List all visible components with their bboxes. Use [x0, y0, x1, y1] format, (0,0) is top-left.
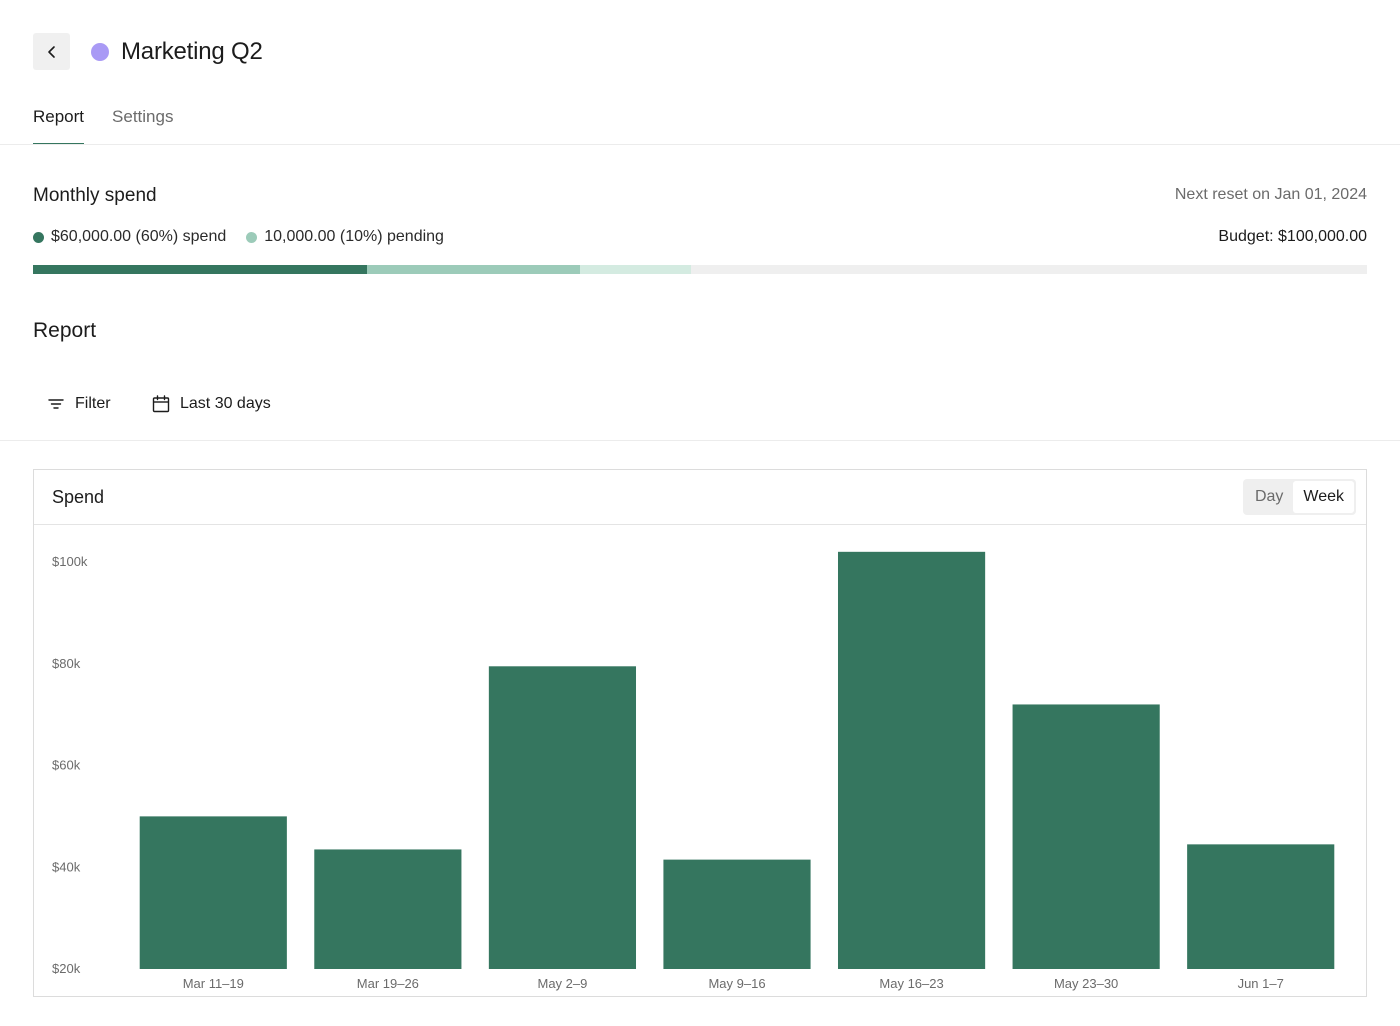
chart-bar[interactable]: [488, 666, 637, 969]
progress-spend-segment: [33, 265, 367, 274]
filter-icon: [48, 399, 64, 409]
tabs-divider: [0, 144, 1400, 145]
spend-chart-card: Spend Day Week $100k $80k $60k $40k $20k Mar …: [33, 469, 1367, 997]
toggle-week[interactable]: Week: [1293, 481, 1354, 513]
y-tick-label: $100k: [52, 554, 88, 569]
chart-bar[interactable]: [139, 816, 287, 969]
tab-bar: Report Settings: [33, 104, 201, 145]
legend-spend: $60,000.00 (60%) spend: [33, 228, 226, 246]
legend-pending-label: 10,000.00 (10%) pending: [264, 228, 444, 245]
y-tick-label: $60k: [52, 758, 81, 773]
page-title: Marketing Q2: [121, 38, 263, 65]
pending-dot-icon: [246, 231, 258, 243]
spend-legend: $60,000.00 (60%) spend 10,000.00 (10%) p…: [33, 228, 464, 246]
legend-pending: 10,000.00 (10%) pending: [246, 228, 444, 246]
spend-card-title: Spend: [52, 487, 105, 507]
filter-label: Filter: [75, 395, 111, 412]
chart-bar[interactable]: [314, 849, 462, 969]
spend-bar-chart: $100k $80k $60k $40k $20k Mar 11–19 Mar 19–26 M…: [52, 551, 1335, 991]
calendar-icon: [152, 395, 170, 413]
y-tick-label: $20k: [52, 961, 81, 976]
x-tick-label: May 16–23: [879, 976, 943, 991]
chart-bar[interactable]: [1187, 844, 1335, 969]
spend-card-header: Spend Day Week: [34, 470, 1366, 525]
x-tick-label: Mar 19–26: [357, 976, 419, 991]
chart-bar[interactable]: [663, 859, 811, 969]
legend-spend-label: $60,000.00 (60%) spend: [51, 228, 227, 245]
filter-button[interactable]: Filter: [47, 392, 111, 416]
toolbar-divider: [0, 440, 1400, 441]
report-title: Report: [33, 319, 97, 342]
x-tick-label: May 2–9: [537, 976, 587, 991]
x-tick-label: May 9–16: [708, 976, 765, 991]
progress-pending-segment: [366, 265, 580, 274]
x-tick-label: Jun 1–7: [1238, 976, 1284, 991]
y-tick-label: $80k: [52, 656, 81, 671]
chart-bar[interactable]: [837, 551, 986, 969]
date-range-button[interactable]: Last 30 days: [152, 392, 271, 416]
budget-progress-bar: [33, 265, 1367, 274]
chevron-left-icon: [47, 45, 55, 58]
project-color-dot: [91, 43, 109, 61]
monthly-spend-title: Monthly spend: [33, 185, 157, 206]
budget-text: Budget: $100,000.00: [1218, 228, 1367, 245]
tab-report[interactable]: Report: [33, 104, 85, 145]
x-tick-label: Mar 11–19: [183, 976, 244, 991]
toggle-day[interactable]: Day: [1245, 481, 1293, 513]
progress-pending-light-segment: [579, 265, 691, 274]
date-range-label: Last 30 days: [180, 395, 271, 412]
x-tick-label: May 23–30: [1054, 976, 1118, 991]
spend-dot-icon: [33, 231, 44, 243]
granularity-toggle: Day Week: [1242, 479, 1356, 515]
tab-settings[interactable]: Settings: [112, 104, 173, 145]
back-button[interactable]: [33, 33, 70, 70]
y-tick-label: $40k: [52, 859, 81, 874]
chart-bar[interactable]: [1012, 704, 1160, 969]
next-reset-text: Next reset on Jan 01, 2024: [1174, 186, 1367, 203]
